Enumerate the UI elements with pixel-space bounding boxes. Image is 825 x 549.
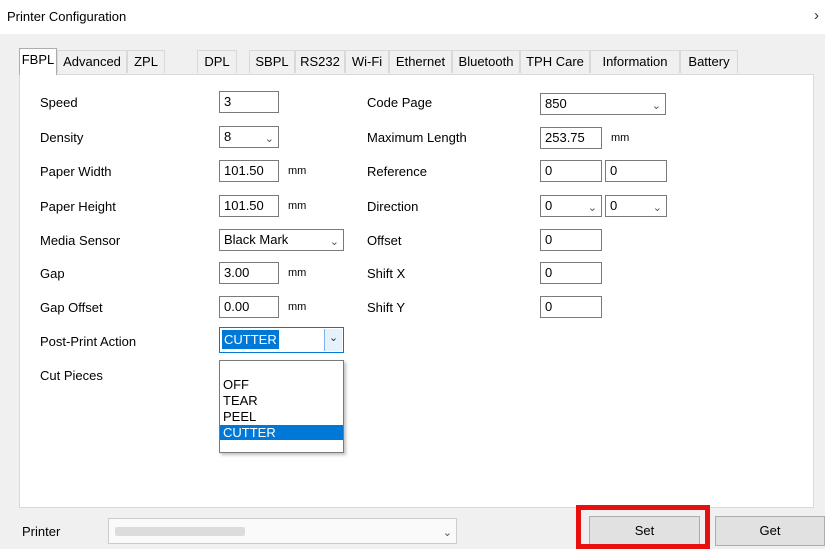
shift-x-input[interactable]: 0: [540, 262, 602, 284]
dropdown-option-off[interactable]: OFF: [220, 377, 343, 392]
chevron-down-icon: ⌄: [442, 527, 452, 539]
gap-unit: mm: [288, 267, 307, 279]
gap-offset-unit: mm: [288, 301, 307, 313]
tab-advanced[interactable]: Advanced: [57, 50, 127, 73]
density-label: Density: [40, 130, 84, 145]
gap-offset-label: Gap Offset: [40, 300, 103, 315]
code-page-label: Code Page: [367, 95, 433, 110]
printer-label: Printer: [22, 524, 61, 539]
post-print-action-value: CUTTER: [222, 330, 279, 349]
paper-height-input[interactable]: 101.50: [219, 195, 279, 217]
media-sensor-value: Black Mark: [224, 232, 289, 247]
paper-height-unit: mm: [288, 200, 307, 212]
paper-width-unit: mm: [288, 165, 307, 177]
printer-select[interactable]: ⌄: [108, 518, 457, 544]
dropdown-option-tear[interactable]: TEAR: [220, 393, 343, 408]
gap-label: Gap: [40, 266, 65, 281]
reference-y-input[interactable]: 0: [605, 160, 667, 182]
post-print-action-select[interactable]: CUTTER ⌄: [219, 327, 344, 353]
density-select[interactable]: 8 ⌄: [219, 126, 279, 148]
tab-rs232[interactable]: RS232: [295, 50, 345, 73]
maximum-length-label: Maximum Length: [367, 130, 467, 145]
speed-input[interactable]: 3: [219, 91, 279, 113]
direction-a-select[interactable]: 0 ⌄: [540, 195, 602, 217]
reference-x-input[interactable]: 0: [540, 160, 602, 182]
cut-pieces-label: Cut Pieces: [40, 368, 103, 383]
media-sensor-label: Media Sensor: [40, 233, 121, 248]
dropdown-option-peel[interactable]: PEEL: [220, 409, 343, 424]
shift-y-input[interactable]: 0: [540, 296, 602, 318]
paper-width-input[interactable]: 101.50: [219, 160, 279, 182]
reference-label: Reference: [367, 164, 427, 179]
direction-b-select[interactable]: 0 ⌄: [605, 195, 667, 217]
tab-fbpl[interactable]: FBPL: [19, 48, 57, 75]
chevron-down-icon: ⌄: [652, 202, 662, 214]
gap-input[interactable]: 3.00: [219, 262, 279, 284]
post-print-action-label: Post-Print Action: [40, 334, 137, 349]
maximum-length-unit: mm: [611, 132, 630, 144]
offset-label: Offset: [367, 233, 402, 248]
density-value: 8: [224, 129, 232, 144]
close-icon[interactable]: ›: [814, 7, 819, 24]
window-title: Printer Configuration: [7, 9, 127, 24]
tab-wifi[interactable]: Wi-Fi: [345, 50, 389, 73]
shift-y-label: Shift Y: [367, 300, 406, 315]
tab-dpl[interactable]: DPL: [197, 50, 237, 73]
dropdown-option-cutter[interactable]: CUTTER: [220, 425, 343, 440]
tab-bluetooth[interactable]: Bluetooth: [452, 50, 520, 73]
shift-x-label: Shift X: [367, 266, 406, 281]
chevron-down-icon: ⌄: [264, 133, 274, 145]
set-button-highlight: [576, 505, 710, 549]
post-print-action-dropdown: OFF TEAR PEEL CUTTER: [219, 360, 344, 453]
code-page-select[interactable]: 850 ⌄: [540, 93, 666, 115]
get-button[interactable]: Get: [715, 516, 825, 546]
maximum-length-input[interactable]: 253.75: [540, 127, 602, 149]
paper-height-label: Paper Height: [40, 199, 116, 214]
tab-tph-care[interactable]: TPH Care: [520, 50, 590, 73]
chevron-down-icon: ⌄: [651, 100, 661, 112]
code-page-value: 850: [545, 96, 567, 111]
paper-width-label: Paper Width: [40, 164, 112, 179]
tab-battery[interactable]: Battery: [680, 50, 738, 73]
direction-label: Direction: [367, 199, 419, 214]
chevron-down-icon: ⌄: [587, 202, 597, 214]
gap-offset-input[interactable]: 0.00: [219, 296, 279, 318]
tab-information[interactable]: Information: [590, 50, 680, 73]
direction-b-value: 0: [610, 198, 618, 213]
tab-sbpl[interactable]: SBPL: [249, 50, 295, 73]
chevron-down-icon: ⌄: [329, 236, 339, 248]
media-sensor-select[interactable]: Black Mark ⌄: [219, 229, 344, 251]
direction-a-value: 0: [545, 198, 553, 213]
tab-ethernet[interactable]: Ethernet: [389, 50, 452, 73]
offset-input[interactable]: 0: [540, 229, 602, 251]
printer-name-blurred: [115, 527, 245, 536]
tab-zpl[interactable]: ZPL: [127, 50, 165, 73]
chevron-down-icon[interactable]: ⌄: [324, 329, 342, 351]
speed-label: Speed: [40, 95, 78, 110]
